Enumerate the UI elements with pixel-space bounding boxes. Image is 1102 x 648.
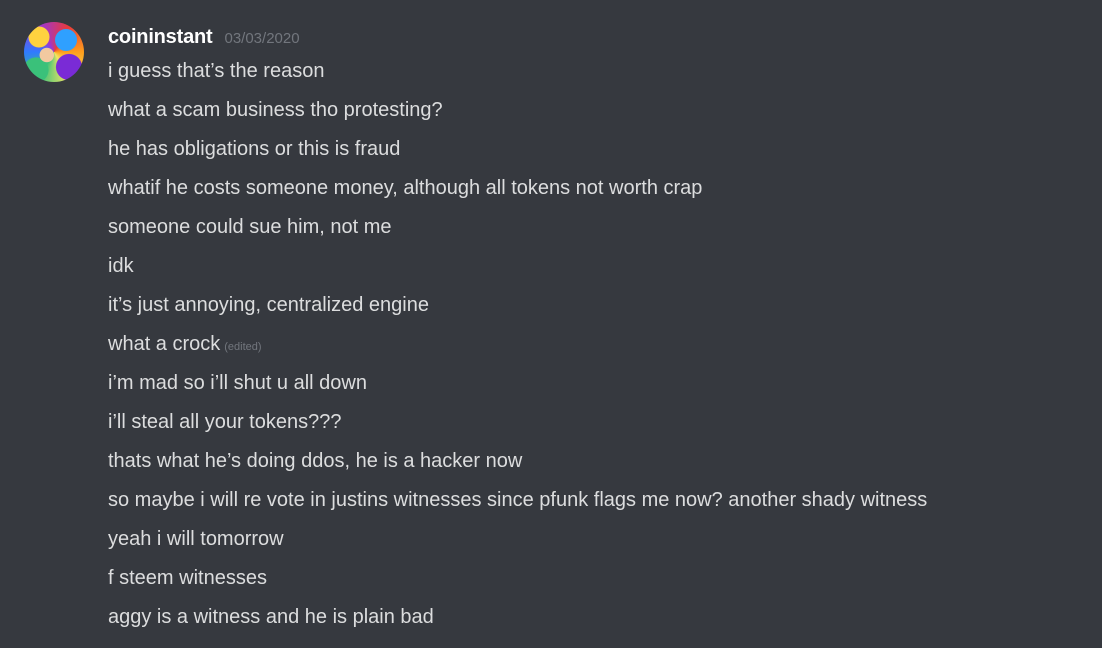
timestamp: 03/03/2020 <box>224 30 300 47</box>
message-line: he has obligations or this is fraud <box>108 138 401 160</box>
user-avatar[interactable] <box>24 22 84 82</box>
message-line: thats what he’s doing ddos, he is a hack… <box>108 450 523 472</box>
message-line: aggy is a witness and he is plain bad <box>108 606 434 628</box>
message-text: what a crock <box>108 333 221 355</box>
edited-marker: (edited) <box>224 341 262 353</box>
message-line: what a scam business tho protesting? <box>108 99 443 121</box>
message-line: idk <box>108 255 134 277</box>
message-line: i’m mad so i’ll shut u all down <box>108 372 367 394</box>
message-line: i guess that’s the reason <box>108 60 325 82</box>
message-line: it’s just annoying, centralized engine <box>108 294 429 316</box>
message-line: whatif he costs someone money, although … <box>108 177 703 199</box>
message-line: f steem witnesses <box>108 567 267 589</box>
message-line-edited: what a crock (edited) <box>108 332 262 359</box>
message-header: coininstant 03/03/2020 <box>108 26 300 50</box>
message-line: yeah i will tomorrow <box>108 528 284 550</box>
username[interactable]: coininstant <box>108 26 213 49</box>
message-line: so maybe i will re vote in justins witne… <box>108 489 928 511</box>
message-line: someone could sue him, not me <box>108 216 392 238</box>
message-group: coininstant 03/03/2020 i guess that’s th… <box>0 0 1102 648</box>
message-line: i’ll steal all your tokens??? <box>108 411 342 433</box>
